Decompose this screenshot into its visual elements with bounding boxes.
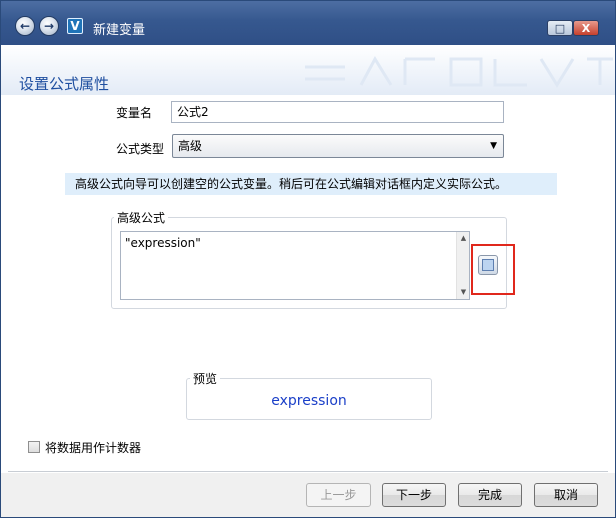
- formula-editor-button[interactable]: [478, 255, 498, 275]
- maximize-icon[interactable]: □: [547, 20, 573, 36]
- forward-arrow-icon[interactable]: →: [39, 16, 59, 36]
- formula-scrollbar[interactable]: ▲ ▼: [456, 232, 469, 299]
- close-icon[interactable]: X: [573, 20, 599, 36]
- scroll-down-icon[interactable]: ▼: [457, 286, 470, 299]
- variable-name-label: 变量名: [116, 106, 153, 120]
- formula-type-label: 公式类型: [116, 142, 165, 156]
- title-bar: ← → V 新建变量 □ X: [1, 1, 615, 45]
- preview-group-label: 预览: [190, 370, 221, 387]
- formula-type-select[interactable]: 高级 ▼: [172, 134, 504, 158]
- formula-textarea[interactable]: "expression": [120, 231, 470, 300]
- scroll-up-icon[interactable]: ▲: [457, 232, 470, 245]
- cancel-button[interactable]: 取消: [534, 483, 598, 507]
- dialog-window: ← → V 新建变量 □ X 设置公式属性 变量名 公式2 公式类型 高级 ▼ …: [0, 0, 616, 518]
- formula-text: "expression": [125, 236, 201, 250]
- back-arrow-icon[interactable]: ←: [15, 16, 35, 36]
- banner-decoration: [305, 55, 613, 88]
- window-title: 新建变量: [93, 23, 146, 38]
- prev-button[interactable]: 上一步: [306, 483, 371, 507]
- finish-button[interactable]: 完成: [458, 483, 522, 507]
- next-button[interactable]: 下一步: [382, 483, 446, 507]
- variable-name-input[interactable]: 公式2: [171, 101, 504, 123]
- app-logo-icon: V: [67, 18, 83, 34]
- page-title: 设置公式属性: [19, 75, 110, 93]
- formula-editor-icon: [482, 259, 494, 271]
- use-as-counter-label[interactable]: 将数据用作计数器: [45, 439, 141, 456]
- use-as-counter-checkbox[interactable]: [28, 441, 40, 453]
- dropdown-arrow-icon: ▼: [490, 141, 497, 151]
- advanced-formula-group-label: 高级公式: [114, 209, 169, 226]
- info-message: 高级公式向导可以创建空的公式变量。稍后可在公式编辑对话框内定义实际公式。: [65, 173, 557, 195]
- footer-separator: [8, 471, 608, 472]
- preview-value: expression: [271, 393, 347, 409]
- formula-type-value: 高级: [178, 139, 203, 153]
